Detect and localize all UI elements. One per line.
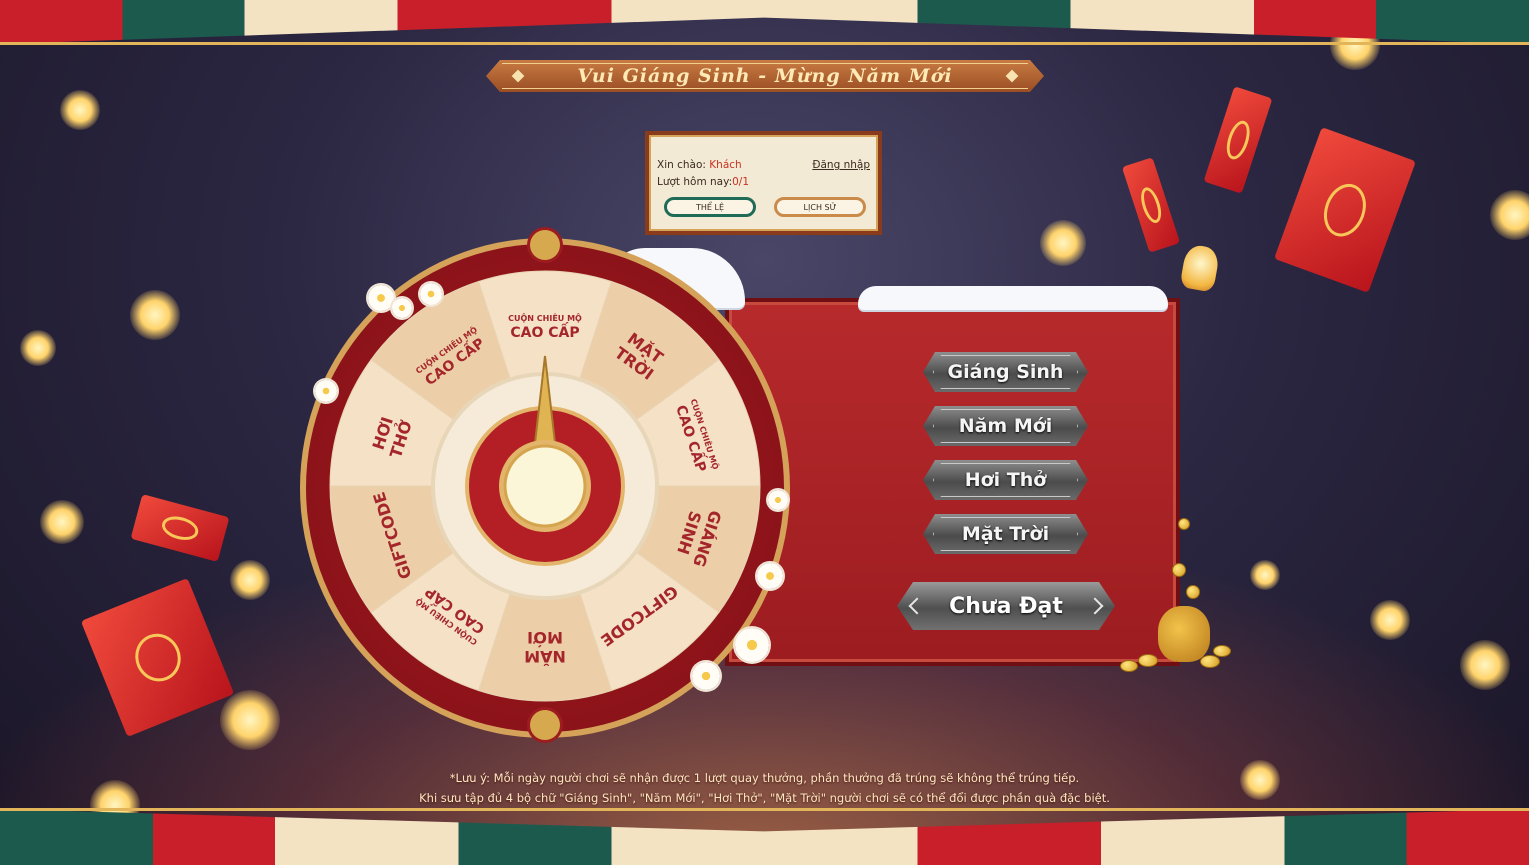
title-banner: Vui Giáng Sinh - Mừng Năm Mới: [486, 60, 1044, 92]
red-envelope-decor: [1203, 86, 1273, 194]
turns-label: Lượt hôm nay:: [657, 176, 733, 188]
claim-reward-button[interactable]: Chưa Đạt: [897, 582, 1115, 630]
user-info-box: Xin chào: Khách Đăng nhập Lượt hôm nay:0…: [645, 131, 882, 235]
red-envelope-decor: [1274, 127, 1416, 293]
word-button-giang-sinh[interactable]: Giáng Sinh: [923, 352, 1088, 392]
wheel-bottom-ornament: [530, 710, 560, 740]
turns-value: 0/1: [732, 176, 750, 188]
history-button[interactable]: LỊCH SỬ: [774, 197, 866, 217]
lantern-decor: [1179, 243, 1221, 293]
wheel-label-line1: NĂM: [524, 647, 566, 666]
wheel-label-line1: CUỘN CHIÊU MỘ: [508, 312, 582, 323]
wheel-slice-label: NĂMMỚI: [524, 628, 566, 666]
wheel-top-ornament: [530, 230, 560, 260]
note-line-2: Khi sưu tập đủ 4 bộ chữ "Giáng Sinh", "N…: [419, 791, 1110, 805]
word-button-mat-troi[interactable]: Mặt Trời: [923, 514, 1088, 554]
wheel-label-line2: MỚI: [527, 628, 563, 647]
page-title: Vui Giáng Sinh - Mừng Năm Mới: [577, 65, 953, 87]
user-name: Khách: [709, 159, 742, 171]
login-link[interactable]: Đăng nhập: [812, 159, 870, 171]
claim-reward-label: Chưa Đạt: [949, 593, 1063, 619]
wheel-slice-label: CUỘN CHIÊU MỘCAO CẤP: [508, 312, 582, 341]
chevron-left-icon: [909, 598, 926, 615]
turns-row: Lượt hôm nay:0/1: [657, 176, 749, 188]
top-border-line: [0, 42, 1529, 45]
rules-button[interactable]: THỂ LỆ: [664, 197, 756, 217]
red-envelope-decor: [1121, 157, 1181, 253]
note-line-1: *Lưu ý: Mỗi ngày người chơi sẽ nhận được…: [449, 771, 1080, 785]
lucky-wheel[interactable]: CUỘN CHIÊU MỘCAO CẤP MẶTTRỜICUỘN CHIÊU MỘ…: [327, 268, 763, 704]
top-border: [0, 0, 1529, 44]
snow-decor: [858, 286, 1168, 310]
bottom-border-line: [0, 808, 1529, 811]
spin-button[interactable]: [503, 444, 587, 528]
word-button-hoi-tho[interactable]: Hơi Thở: [923, 460, 1088, 500]
word-button-nam-moi[interactable]: Năm Mới: [923, 406, 1088, 446]
greeting-row: Xin chào: Khách: [657, 159, 742, 171]
greeting-label: Xin chào:: [657, 159, 706, 171]
gold-bag-icon: [1158, 606, 1210, 662]
chevron-right-icon: [1087, 598, 1104, 615]
